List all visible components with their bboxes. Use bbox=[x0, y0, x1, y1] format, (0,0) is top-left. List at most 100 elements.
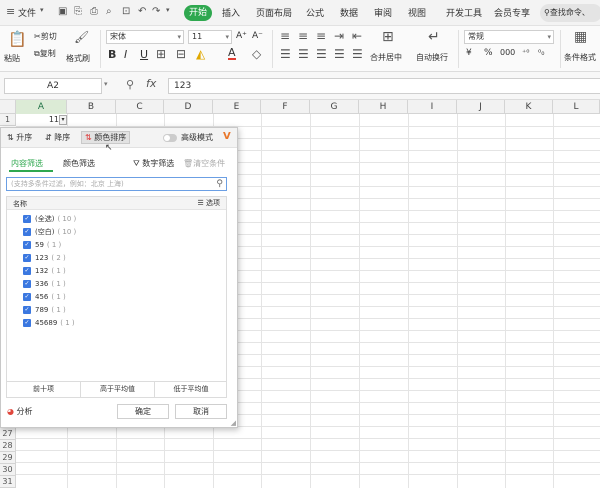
insert-function-button[interactable]: fx bbox=[146, 77, 156, 90]
below-average-button[interactable]: 低于平均值 bbox=[155, 382, 227, 397]
column-header[interactable]: B bbox=[67, 100, 116, 114]
ok-button[interactable]: 确定 bbox=[117, 404, 169, 419]
file-menu[interactable]: 文件 bbox=[18, 6, 36, 19]
format-icon[interactable]: ⊡ bbox=[122, 6, 130, 17]
zoom-icon[interactable]: ⚲ bbox=[126, 78, 134, 91]
eraser-icon[interactable]: ◇ bbox=[252, 47, 261, 61]
font-color-icon[interactable]: A bbox=[228, 47, 236, 60]
advanced-mode-toggle[interactable] bbox=[163, 134, 177, 142]
decrease-decimal-icon[interactable]: ⁰₀ bbox=[538, 48, 544, 57]
increase-font-icon[interactable]: A⁺ bbox=[236, 31, 247, 41]
merge-cells-icon[interactable]: ⊟ bbox=[176, 47, 186, 61]
cancel-button[interactable]: 取消 bbox=[175, 404, 227, 419]
sort-ascending-button[interactable]: ⇅ 升序 bbox=[7, 132, 32, 143]
row-header[interactable]: 27 bbox=[0, 428, 16, 440]
tab-member[interactable]: 会员专享 bbox=[494, 6, 530, 19]
tab-data[interactable]: 数据 bbox=[340, 6, 358, 19]
cut-button[interactable]: ✂剪切 bbox=[34, 31, 57, 42]
column-header[interactable]: E bbox=[213, 100, 261, 114]
merge-center-button[interactable]: 合并居中 bbox=[370, 52, 402, 63]
border-icon[interactable]: ⊞ bbox=[156, 47, 166, 61]
formula-input[interactable]: 123 bbox=[168, 78, 600, 94]
percent-button[interactable]: % bbox=[484, 48, 493, 58]
tab-color-filter[interactable]: 颜色筛选 bbox=[63, 158, 95, 169]
wrap-text-icon[interactable]: ↵ bbox=[428, 29, 440, 45]
column-header[interactable]: J bbox=[457, 100, 505, 114]
font-name-select[interactable]: 宋体 ▾ bbox=[106, 30, 184, 44]
chevron-down-icon[interactable]: ▾ bbox=[40, 6, 44, 14]
clear-conditions-button[interactable]: 🗑清空条件 bbox=[183, 158, 225, 169]
increase-decimal-icon[interactable]: ⁺⁰ bbox=[522, 48, 529, 57]
column-header[interactable]: L bbox=[553, 100, 600, 114]
format-painter-button[interactable]: 格式刷 bbox=[66, 53, 90, 64]
chevron-down-icon[interactable]: ▾ bbox=[104, 80, 108, 88]
column-header[interactable]: F bbox=[261, 100, 310, 114]
sort-descending-button[interactable]: ⇵ 降序 bbox=[45, 132, 70, 143]
command-search[interactable]: ⚲查找命令、 bbox=[540, 4, 600, 22]
checkbox-checked-icon[interactable]: ✓ bbox=[23, 306, 31, 314]
bold-button[interactable]: B bbox=[108, 48, 116, 61]
column-header[interactable]: G bbox=[310, 100, 359, 114]
name-box[interactable]: A2 bbox=[4, 78, 102, 94]
tab-developer[interactable]: 开发工具 bbox=[446, 6, 482, 19]
cell-a1[interactable]: 11 ▾ bbox=[17, 115, 67, 126]
paste-button[interactable]: 粘贴 bbox=[4, 53, 20, 64]
list-options-button[interactable]: ☰ 选项 bbox=[197, 198, 220, 208]
top-ten-button[interactable]: 前十项 bbox=[7, 382, 81, 397]
align-left-icon[interactable]: ☰ bbox=[280, 47, 291, 61]
analysis-button[interactable]: ◕ 分析 bbox=[7, 406, 33, 417]
checkbox-checked-icon[interactable]: ✓ bbox=[23, 241, 31, 249]
row-header[interactable]: 29 bbox=[0, 452, 16, 464]
currency-button[interactable]: ¥ bbox=[466, 48, 472, 58]
print-icon[interactable]: ⎙ bbox=[90, 6, 98, 17]
column-header[interactable]: C bbox=[116, 100, 164, 114]
export-icon[interactable]: ⎘ bbox=[74, 6, 82, 17]
tab-formulas[interactable]: 公式 bbox=[306, 6, 324, 19]
copy-button[interactable]: ⧉复制 bbox=[34, 48, 56, 59]
conditional-format-icon[interactable]: ▦ bbox=[574, 29, 587, 45]
row-header[interactable]: 30 bbox=[0, 464, 16, 476]
align-right-icon[interactable]: ☰ bbox=[316, 47, 327, 61]
underline-button[interactable]: U bbox=[140, 48, 148, 61]
align-middle-icon[interactable]: ≡ bbox=[298, 29, 308, 43]
tab-review[interactable]: 审阅 bbox=[374, 6, 392, 19]
hamburger-icon[interactable]: ≡ bbox=[6, 5, 15, 18]
distributed-icon[interactable]: ☰ bbox=[352, 47, 363, 61]
row-header[interactable]: 28 bbox=[0, 440, 16, 452]
save-icon[interactable]: ▣ bbox=[58, 6, 67, 17]
row-header[interactable]: 1 bbox=[0, 114, 16, 126]
column-header[interactable]: I bbox=[408, 100, 457, 114]
chevron-down-icon[interactable]: ▾ bbox=[166, 6, 170, 14]
align-top-icon[interactable]: ≡ bbox=[280, 29, 290, 43]
align-bottom-icon[interactable]: ≡ bbox=[316, 29, 326, 43]
justify-icon[interactable]: ☰ bbox=[334, 47, 345, 61]
number-format-select[interactable]: 常规 ▾ bbox=[464, 30, 554, 44]
paste-icon[interactable]: 📋 bbox=[8, 30, 27, 48]
checkbox-checked-icon[interactable]: ✓ bbox=[23, 280, 31, 288]
checkbox-checked-icon[interactable]: ✓ bbox=[23, 267, 31, 275]
select-all-corner[interactable] bbox=[0, 100, 16, 114]
wrap-text-button[interactable]: 自动换行 bbox=[416, 52, 448, 63]
column-header[interactable]: K bbox=[505, 100, 553, 114]
search-icon[interactable]: ⚲ bbox=[216, 178, 223, 190]
checkbox-checked-icon[interactable]: ✓ bbox=[23, 254, 31, 262]
print-preview-icon[interactable]: ⌕ bbox=[106, 6, 112, 17]
indent-icon[interactable]: ⇥ bbox=[334, 29, 344, 43]
column-header[interactable]: D bbox=[164, 100, 213, 114]
merge-center-icon[interactable]: ⊞ bbox=[382, 29, 394, 45]
checkbox-checked-icon[interactable]: ✓ bbox=[23, 293, 31, 301]
column-header[interactable]: A bbox=[16, 100, 67, 114]
tab-content-filter[interactable]: 内容筛选 bbox=[11, 158, 43, 169]
tab-home[interactable]: 开始 bbox=[184, 5, 212, 21]
conditional-format-button[interactable]: 条件格式 bbox=[564, 52, 596, 63]
outdent-icon[interactable]: ⇤ bbox=[352, 29, 362, 43]
tab-insert[interactable]: 插入 bbox=[222, 6, 240, 19]
checkbox-checked-icon[interactable]: ✓ bbox=[23, 215, 31, 223]
italic-button[interactable]: I bbox=[124, 48, 127, 61]
thousands-button[interactable]: 000 bbox=[500, 48, 515, 57]
row-header[interactable]: 31 bbox=[0, 476, 16, 488]
filter-dropdown-icon[interactable]: ▾ bbox=[59, 115, 67, 125]
above-average-button[interactable]: 高于平均值 bbox=[81, 382, 155, 397]
font-size-select[interactable]: 11 ▾ bbox=[188, 30, 232, 44]
fill-color-icon[interactable]: ◭ bbox=[196, 47, 205, 61]
